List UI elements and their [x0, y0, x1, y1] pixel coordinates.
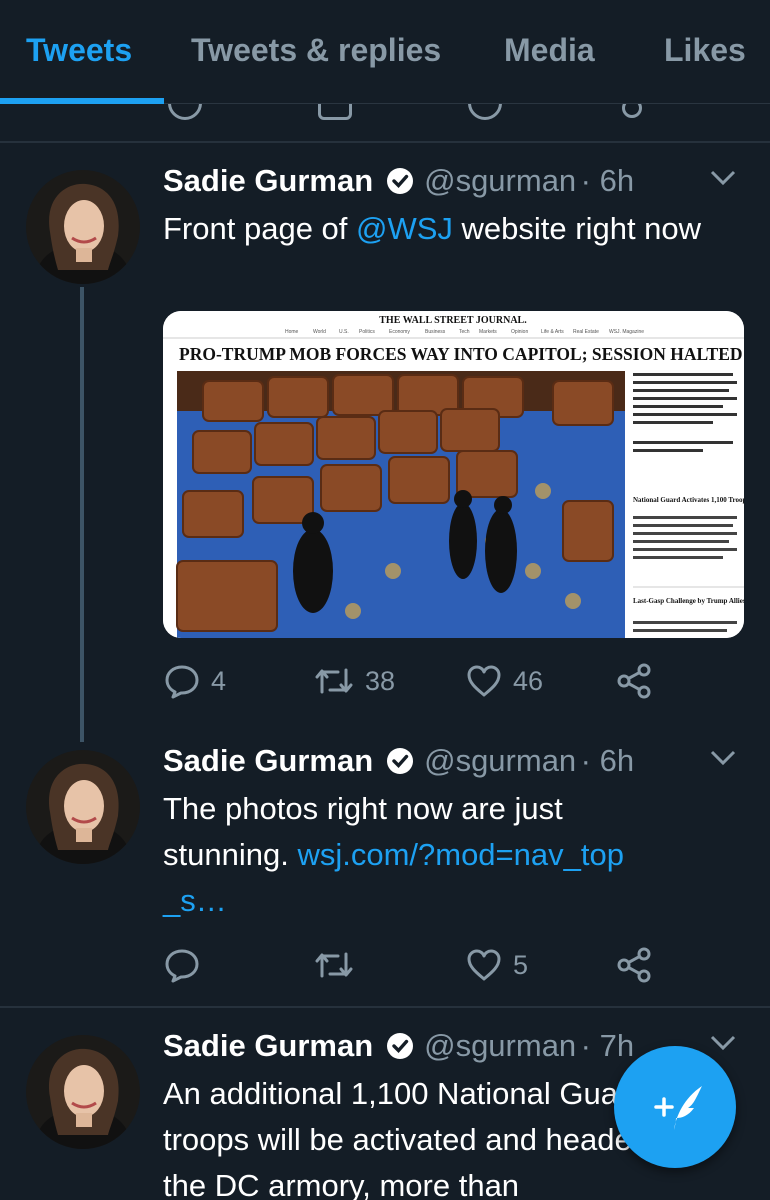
reply-icon	[165, 949, 199, 983]
reply-button[interactable]	[163, 946, 211, 984]
tweet-time: · 6h	[580, 163, 635, 198]
reply-icon	[165, 665, 199, 699]
share-button[interactable]	[615, 946, 653, 984]
divider	[0, 1006, 770, 1008]
svg-text:Economy: Economy	[389, 329, 410, 335]
wsj-side-heading-2: Last-Gasp Challenge by Trump Allies Expo…	[633, 597, 744, 605]
compose-tweet-button[interactable]	[614, 1046, 736, 1168]
like-count: 46	[513, 665, 544, 696]
retweet-button[interactable]	[313, 946, 365, 984]
heart-icon	[467, 665, 501, 697]
like-count: 5	[513, 949, 529, 980]
chevron-down-icon[interactable]	[709, 169, 737, 187]
svg-text:U.S.: U.S.	[339, 329, 349, 335]
svg-text:World: World	[313, 329, 326, 335]
retweet-button[interactable]: 38	[313, 662, 395, 700]
reply-icon[interactable]	[168, 104, 202, 120]
retweet-icon[interactable]	[318, 104, 352, 120]
avatar[interactable]	[26, 1035, 140, 1149]
profile-tabs: Tweets Tweets & replies Media Likes	[0, 0, 770, 104]
wsj-nav: Home World U.S. Politics Economy Busines…	[285, 329, 644, 335]
author-name[interactable]: Sadie Gurman	[163, 163, 373, 198]
svg-text:Real Estate: Real Estate	[573, 329, 599, 335]
wsj-headline: PRO-TRUMP MOB FORCES WAY INTO CAPITOL; S…	[179, 344, 743, 364]
like-button[interactable]: 5	[465, 946, 528, 984]
mention-link[interactable]: @WSJ	[356, 211, 453, 246]
tab-tweets-and-replies[interactable]: Tweets & replies	[191, 32, 441, 69]
retweet-icon	[315, 952, 353, 978]
tab-likes[interactable]: Likes	[664, 32, 746, 69]
retweet-count: 38	[365, 665, 396, 696]
verified-badge-icon	[386, 168, 413, 194]
tweet-header: Sadie Gurman @sgurman · 6h	[163, 743, 753, 783]
svg-text:Life & Arts: Life & Arts	[541, 329, 564, 335]
reply-count: 4	[211, 665, 227, 696]
svg-text:Markets: Markets	[479, 329, 497, 335]
avatar[interactable]	[26, 170, 140, 284]
avatar[interactable]	[26, 750, 140, 864]
tweet-actions: 4 38 46	[163, 662, 683, 702]
tweet-media-image[interactable]: THE WALL STREET JOURNAL. Home World U.S.…	[163, 311, 744, 638]
svg-text:Tech: Tech	[459, 329, 470, 335]
like-button[interactable]: 46	[465, 662, 543, 700]
tweet-text: The photos right now are just stunning. …	[163, 791, 624, 918]
tweet-actions: 5	[163, 946, 683, 986]
author-handle[interactable]: @sgurman	[424, 163, 576, 198]
verified-badge-icon	[386, 748, 413, 774]
author-handle[interactable]: @sgurman	[424, 1028, 576, 1063]
capitol-photo	[176, 371, 625, 638]
share-button[interactable]	[615, 662, 653, 700]
reply-button[interactable]: 4	[163, 662, 226, 700]
heart-icon	[467, 949, 501, 981]
tweet-time: · 6h	[580, 743, 635, 778]
previous-tweet-actions	[0, 104, 770, 140]
share-icon[interactable]	[622, 104, 642, 118]
share-icon	[617, 947, 651, 983]
chevron-down-icon[interactable]	[709, 749, 737, 767]
verified-badge-icon	[386, 1033, 413, 1059]
svg-text:Business: Business	[425, 329, 446, 335]
svg-text:Politics: Politics	[359, 329, 375, 335]
author-name[interactable]: Sadie Gurman	[163, 1028, 373, 1063]
svg-text:Opinion: Opinion	[511, 329, 528, 335]
svg-text:Home: Home	[285, 329, 299, 335]
author-handle[interactable]: @sgurman	[424, 743, 576, 778]
wsj-masthead: THE WALL STREET JOURNAL.	[379, 315, 527, 326]
tab-tweets[interactable]: Tweets	[26, 32, 132, 69]
thread-connector	[80, 287, 84, 742]
tweet-text: Front page of @WSJ website right now	[163, 211, 702, 246]
tab-media[interactable]: Media	[504, 32, 595, 69]
retweet-icon	[315, 668, 353, 694]
share-icon	[617, 663, 651, 699]
active-tab-indicator	[0, 98, 164, 104]
compose-tweet-icon	[654, 1086, 702, 1130]
divider	[0, 141, 770, 143]
heart-icon[interactable]	[468, 104, 502, 120]
tweet-header: Sadie Gurman @sgurman · 6h	[163, 163, 753, 203]
wsj-side-heading: National Guard Activates 1,100 Troops	[633, 496, 744, 504]
author-name[interactable]: Sadie Gurman	[163, 743, 373, 778]
svg-text:WSJ. Magazine: WSJ. Magazine	[609, 329, 644, 335]
